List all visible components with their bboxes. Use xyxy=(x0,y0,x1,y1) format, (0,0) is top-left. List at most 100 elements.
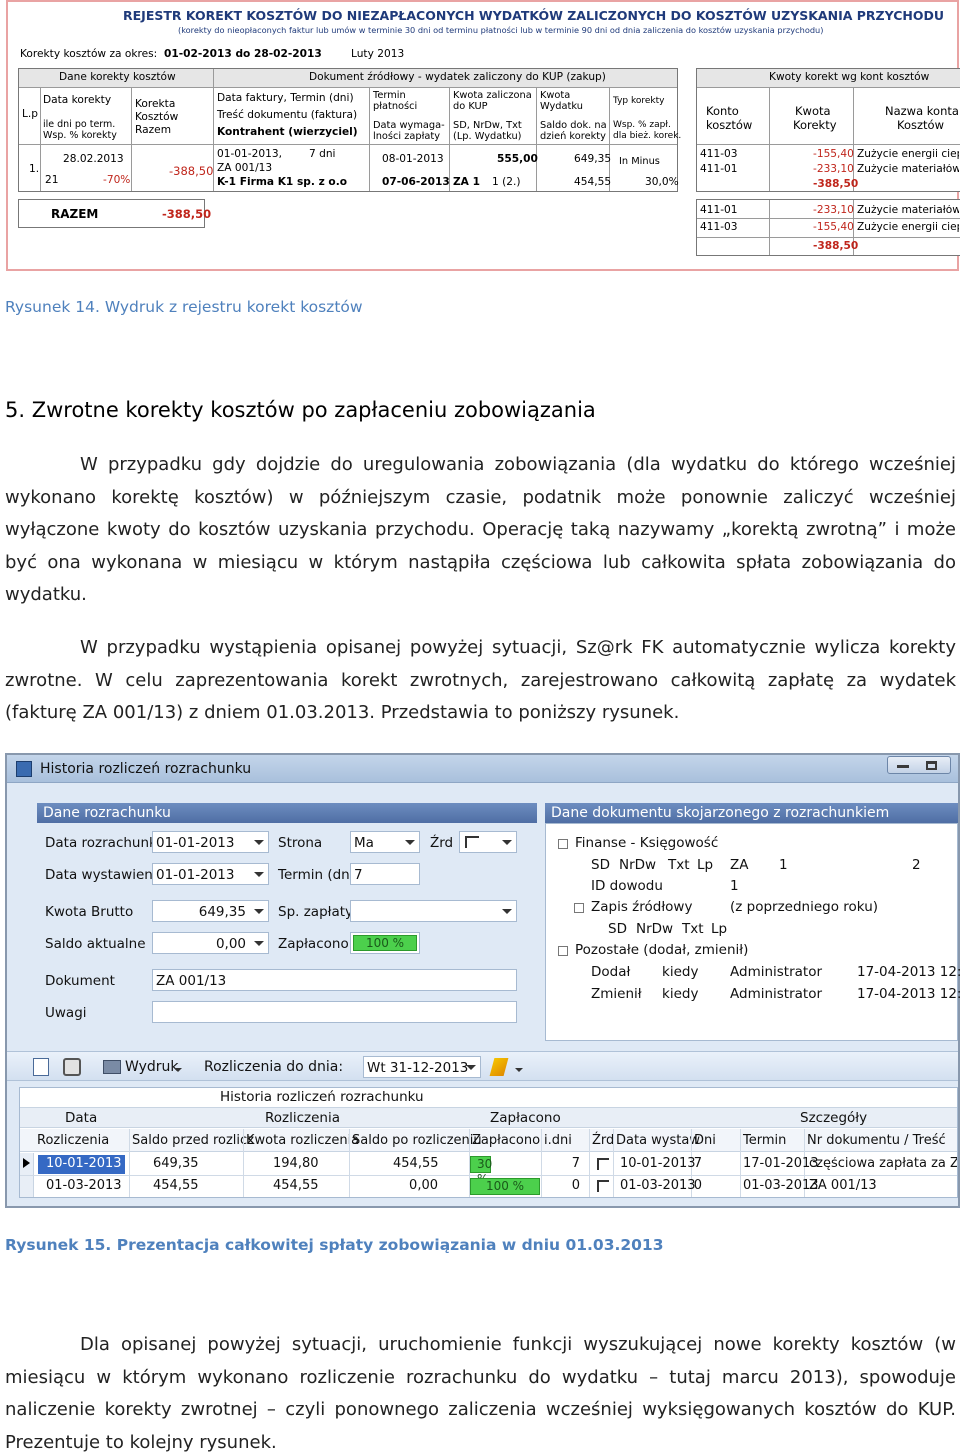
row-correction-amount: -388,50 xyxy=(169,164,214,178)
table-cell-dni: 7 xyxy=(693,1156,702,1171)
column-header[interactable]: Termin xyxy=(743,1134,786,1148)
col-correction-ratio: Wsp. % korekty xyxy=(43,130,117,141)
summary-sum: -388,50 xyxy=(813,240,859,252)
row-payment-ratio: 30,0% xyxy=(645,176,679,188)
account-row: 411-03 xyxy=(700,148,738,160)
tree-col-nrdw: NrDw xyxy=(619,857,657,873)
settings-icon[interactable] xyxy=(63,1058,81,1076)
gross-amount-field[interactable]: 649,35 xyxy=(152,900,269,922)
row-payment-term: 08-01-2013 xyxy=(382,153,444,165)
settlements-until-label: Rozliczenia do dnia: xyxy=(204,1059,344,1075)
minimize-icon[interactable] xyxy=(897,765,909,768)
column-header[interactable]: Saldo przed rozlicz xyxy=(132,1134,254,1148)
col-expense: Wydatku xyxy=(540,101,583,112)
summary-row-amount: -233,10 xyxy=(813,204,854,216)
document-field[interactable]: ZA 001/13 xyxy=(152,969,517,991)
col-kup: do KUP xyxy=(453,101,488,112)
tree-added-user: Administrator xyxy=(730,964,823,980)
tree-icon xyxy=(465,836,479,848)
collapse-icon[interactable] xyxy=(558,839,568,849)
table-cell-idni: 0 xyxy=(571,1178,580,1193)
tree-value-sd: ZA xyxy=(730,857,749,873)
col-correction: Korekta xyxy=(135,98,176,110)
row-invoice-date: 01-01-2013, xyxy=(217,148,282,160)
term-field[interactable]: 7 xyxy=(350,863,420,885)
print-button[interactable]: Wydruk xyxy=(125,1060,179,1075)
preview-icon[interactable] xyxy=(33,1058,49,1076)
col-account: Konto xyxy=(706,104,739,118)
period-label: Korekty kosztów za okres: xyxy=(20,48,158,60)
group-header-details: Szczegóły xyxy=(800,1110,868,1126)
tree-col-sd: SD xyxy=(608,921,627,937)
column-header[interactable]: Rozliczenia xyxy=(37,1134,109,1148)
tree-value-nrdw: 1 xyxy=(779,857,788,873)
column-header[interactable]: Zapłacono xyxy=(472,1134,540,1148)
total-box: RAZEM -388,50 xyxy=(18,199,211,228)
col-lp-expense: (Lp. Wydatku) xyxy=(453,131,522,142)
column-header[interactable]: Kwota rozliczenia xyxy=(246,1134,359,1148)
chevron-down-icon xyxy=(254,840,264,845)
col-document-content: Treść dokumentu (faktura) xyxy=(217,109,358,121)
column-header[interactable]: Saldo po rozliczeniu xyxy=(352,1134,482,1148)
register-title: REJESTR KOREKT KOSZTÓW DO NIEZAPŁACONYCH… xyxy=(123,8,944,23)
document-tree: Finanse - Księgowość SD NrDw Txt Lp ZA 1… xyxy=(545,823,960,1041)
col-due-date-2: lności zapłaty xyxy=(373,131,441,142)
row-counterparty: K-1 Firma K1 sp. z o.o xyxy=(217,176,348,188)
account-row-name: Zużycie materiałów xyxy=(857,164,959,175)
summary-row-account: 411-01 xyxy=(700,204,738,216)
notes-label: Uwagi xyxy=(45,1005,87,1021)
total-value: -388,50 xyxy=(162,207,212,221)
col-due-date: Data wymaga- xyxy=(373,120,445,131)
gross-amount-label: Kwota Brutto xyxy=(45,904,134,920)
window-icon xyxy=(16,761,32,777)
table-cell-tresc: częściowa zapłata za ZA 0 xyxy=(809,1157,957,1171)
col-expense-amount: Kwota xyxy=(540,90,571,101)
table-cell-date: 10-01-2013 xyxy=(46,1156,122,1171)
register-subtitle: (korekty do nieopłaconych faktur lub umó… xyxy=(178,25,824,35)
table-cell-dni: 0 xyxy=(693,1178,702,1193)
tree-node-finance[interactable]: Finanse - Księgowość xyxy=(575,836,718,850)
document-label: Dokument xyxy=(45,973,115,989)
col-lp: L.p xyxy=(22,108,38,120)
summary-row-name: Zużycie energii cieplnej xyxy=(857,222,959,233)
row-term-days: 7 dni xyxy=(309,148,336,160)
tree-node-other[interactable]: Pozostałe (dodał, zmienił) xyxy=(575,943,748,957)
paragraph-3: Dla opisanej powyżej sytuacji, uruchomie… xyxy=(5,1334,956,1453)
row-amount-included: 555,00 xyxy=(497,153,538,165)
chevron-down-icon[interactable] xyxy=(515,1068,523,1072)
payment-method-label: Sp. zapłaty xyxy=(278,904,354,920)
row-balance: 454,55 xyxy=(574,176,612,188)
col-account-name-costs: Kosztów xyxy=(897,118,944,132)
column-header[interactable]: Data wystaw xyxy=(616,1134,700,1148)
row-correction-date: 28.02.2013 xyxy=(63,153,124,165)
term-value: 7 xyxy=(354,867,363,883)
table-cell-date: 01-03-2013 xyxy=(46,1178,122,1193)
summary-row-amount: -155,40 xyxy=(813,221,854,233)
balance-field[interactable]: 0,00 xyxy=(152,932,269,954)
tree-node-source-entry[interactable]: Zapis źródłowy xyxy=(591,900,692,914)
settlements-until-date[interactable]: Wt 31-12-2013 xyxy=(363,1056,481,1078)
settlement-date-label: Data rozrachunku xyxy=(45,835,165,851)
column-header[interactable]: Źrd xyxy=(592,1134,614,1148)
notes-field[interactable] xyxy=(152,1001,517,1023)
column-header[interactable]: Nr dokumentu / Treść xyxy=(807,1134,946,1148)
gross-amount-value: 649,35 xyxy=(198,904,246,920)
source-select[interactable] xyxy=(459,831,517,853)
collapse-icon[interactable] xyxy=(574,903,584,913)
side-select[interactable]: Ma xyxy=(350,831,420,853)
row-pointer-icon xyxy=(23,1158,30,1168)
chevron-down-icon[interactable] xyxy=(174,1068,182,1072)
issue-date-field[interactable]: 01-01-2013 xyxy=(152,863,269,885)
collapse-icon[interactable] xyxy=(558,946,568,956)
print-icon[interactable] xyxy=(103,1060,121,1074)
settlement-history-window: Historia rozliczeń rozrachunku Dane rozr… xyxy=(5,753,960,1208)
column-header[interactable]: i.dni xyxy=(544,1134,572,1148)
side-label: Strona xyxy=(278,835,323,851)
payment-method-select[interactable] xyxy=(350,900,517,922)
maximize-icon[interactable] xyxy=(926,761,937,770)
lightning-icon[interactable] xyxy=(489,1058,509,1076)
column-header[interactable]: Dni xyxy=(694,1134,716,1148)
settlement-date-field[interactable]: 01-01-2013 xyxy=(152,831,269,853)
paid-progress: 100 % xyxy=(350,932,420,954)
table-cell-idni: 7 xyxy=(571,1156,580,1171)
